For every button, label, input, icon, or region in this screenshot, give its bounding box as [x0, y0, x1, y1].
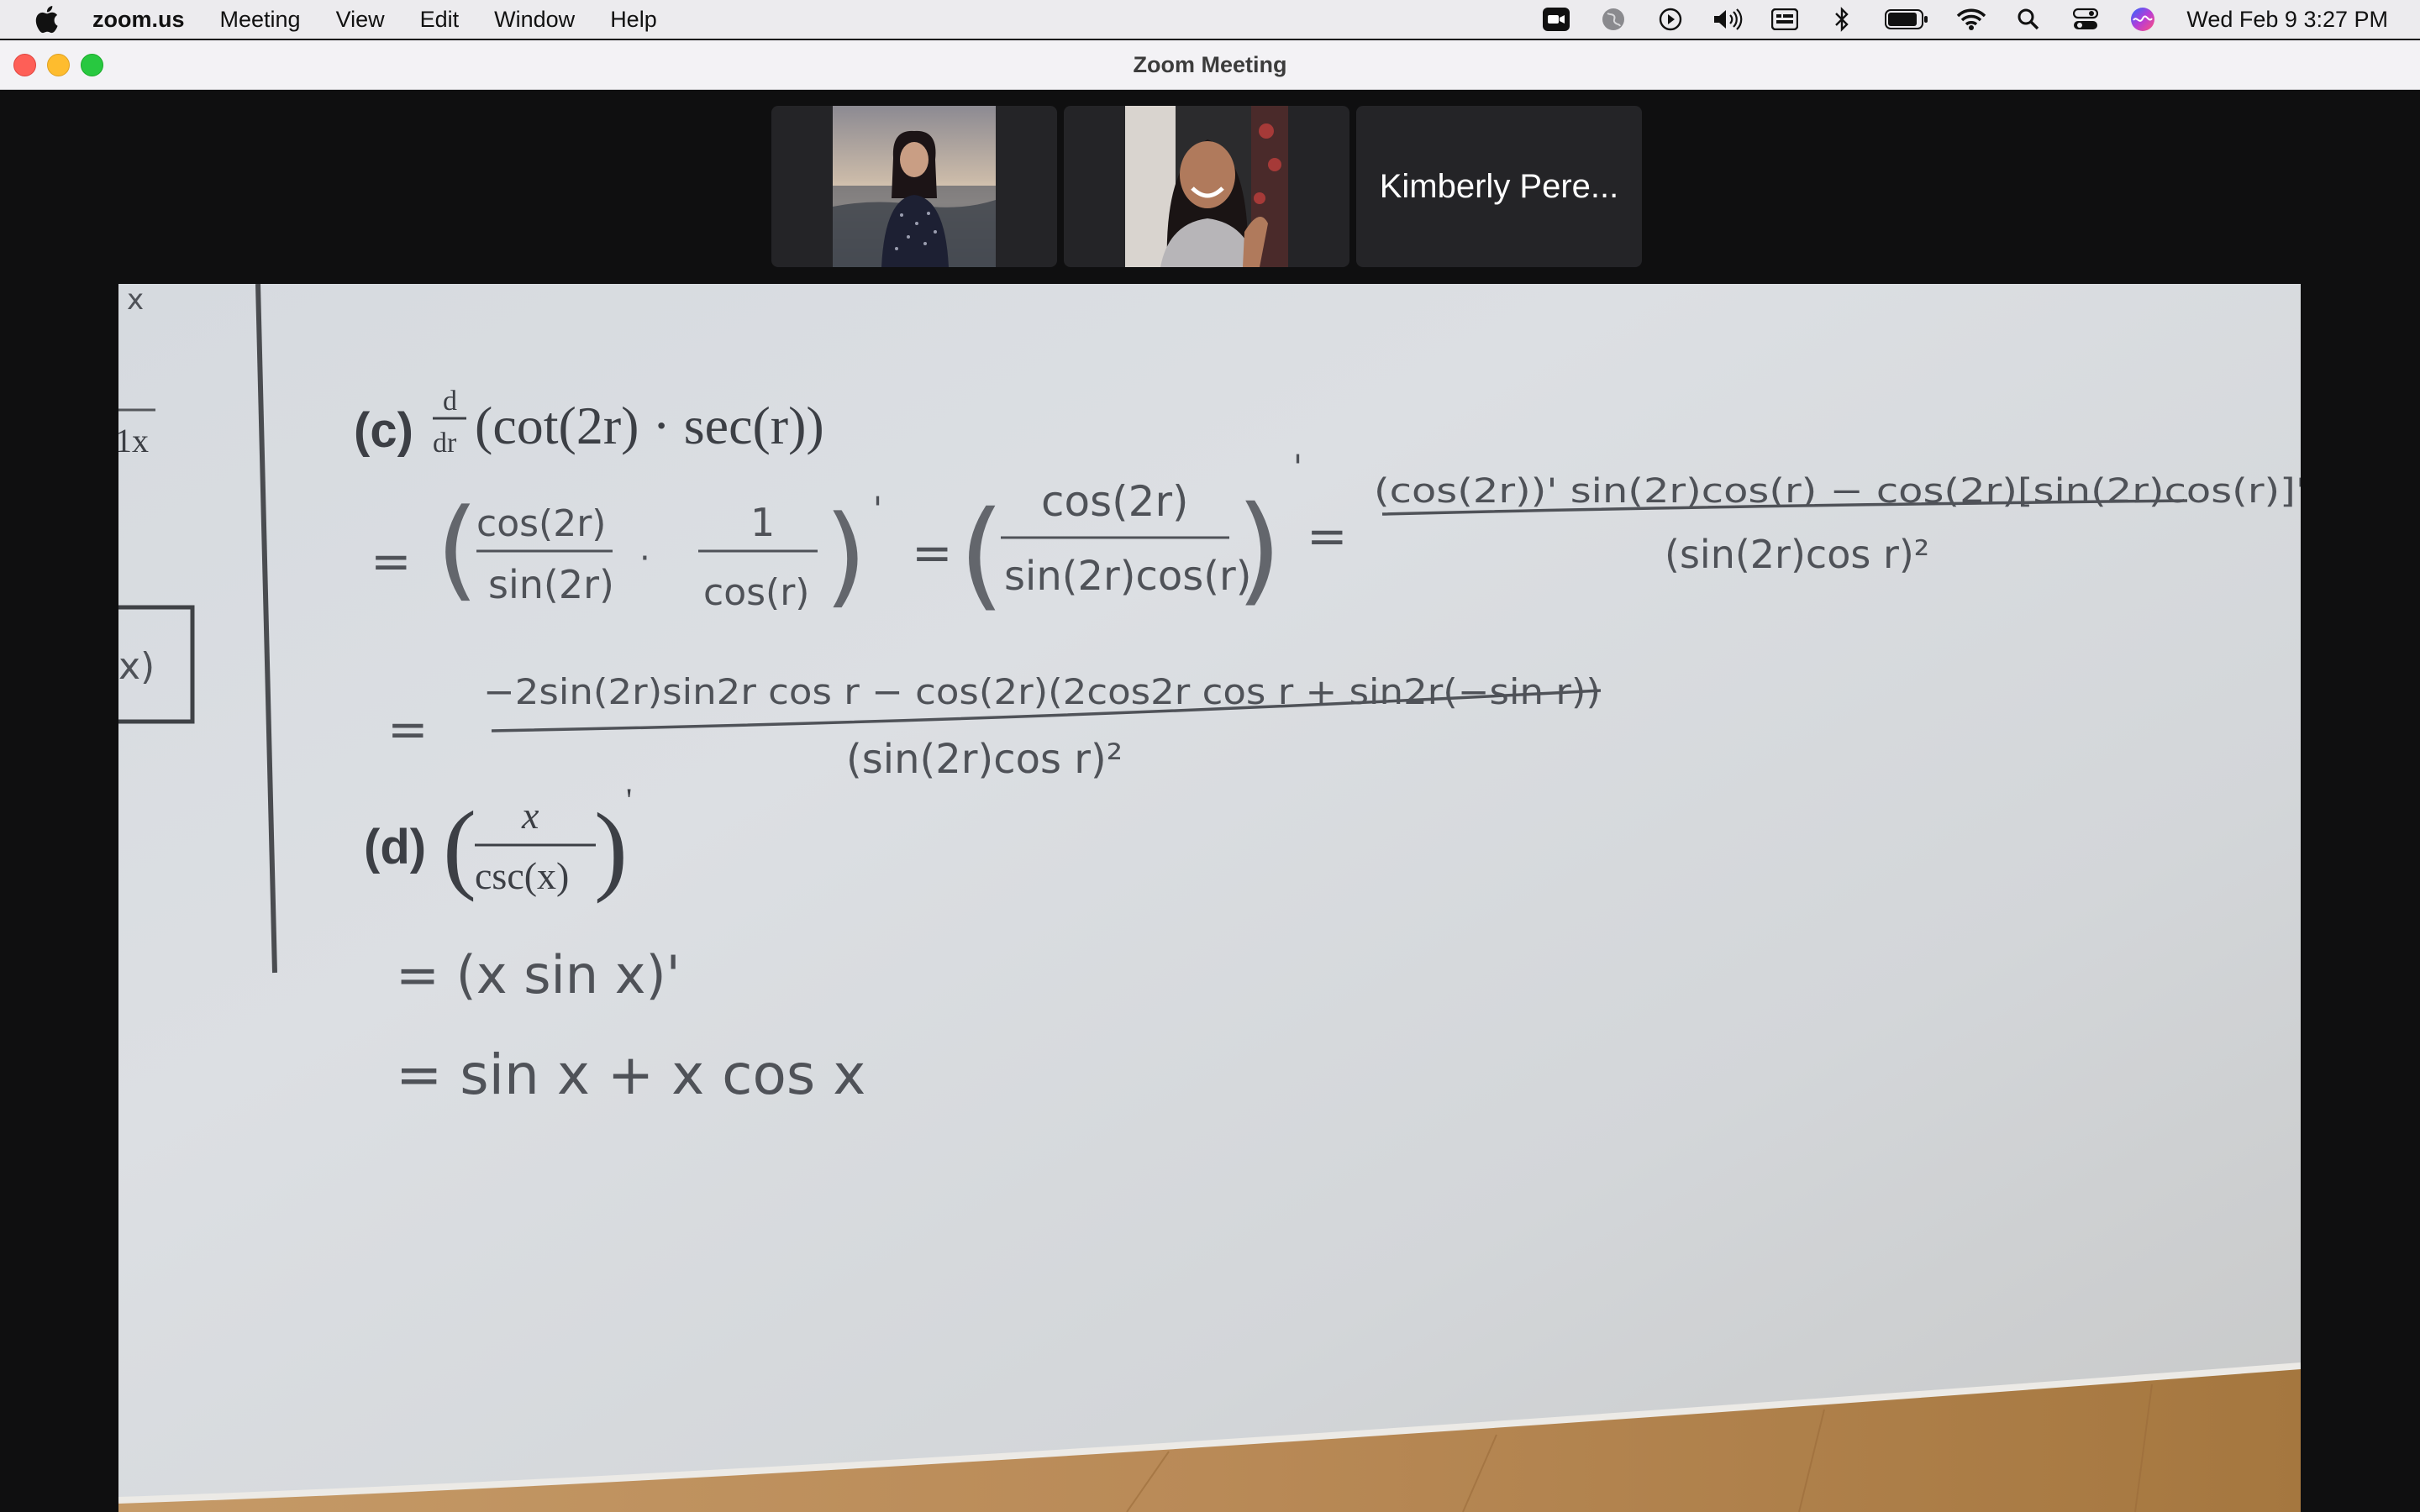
control-center-icon[interactable]	[2070, 6, 2101, 33]
menu-meeting[interactable]: Meeting	[220, 7, 301, 33]
menu-bar-clock[interactable]: Wed Feb 9 3:27 PM	[2186, 7, 2388, 33]
bluetooth-icon[interactable]	[1827, 6, 1857, 33]
menu-bar: zoom.us Meeting View Edit Window Help We…	[0, 0, 2420, 39]
globe-icon[interactable]	[1598, 6, 1628, 33]
play-icon[interactable]	[1655, 6, 1686, 33]
problem-d-label: (d)	[364, 820, 426, 874]
problem-c-label: (c)	[354, 403, 413, 458]
margin-fragment-3: x)	[118, 645, 155, 688]
participant-tile-3[interactable]: Kimberly Pere...	[1356, 106, 1642, 267]
menu-view[interactable]: View	[336, 7, 385, 33]
spotlight-search-icon[interactable]	[2013, 6, 2044, 33]
svg-text:': '	[626, 781, 632, 819]
svg-text:=: =	[371, 533, 412, 590]
svg-text:dr: dr	[433, 428, 457, 459]
svg-text:': '	[1293, 449, 1302, 487]
d-step-1: = (x sin x)'	[396, 944, 681, 1005]
wifi-icon[interactable]	[1956, 6, 1986, 33]
svg-text:': '	[873, 491, 882, 529]
problem-c-expression: (cot(2r) · sec(r))	[475, 396, 824, 455]
svg-text:): )	[1236, 481, 1282, 618]
svg-text:(: (	[443, 790, 476, 902]
apple-menu-icon[interactable]	[34, 5, 59, 34]
svg-text:=: =	[1307, 507, 1348, 564]
d-step-2: = sin x + x cos x	[396, 1042, 865, 1107]
svg-text:sin(2r): sin(2r)	[488, 562, 614, 607]
svg-text:(: (	[436, 485, 479, 612]
svg-text:=: =	[912, 524, 953, 581]
svg-text:(: (	[959, 486, 1005, 623]
menu-edit[interactable]: Edit	[420, 7, 460, 33]
margin-fragment-1: x	[127, 284, 144, 317]
svg-text:): )	[824, 491, 867, 619]
c-quotient-denominator: (sin(2r)cos r)²	[1665, 532, 1929, 577]
problem-d-numerator: x	[521, 794, 539, 837]
participant-tile-2[interactable]	[1064, 106, 1349, 267]
participant-video-2	[1125, 106, 1288, 267]
c-expanded-denominator: (sin(2r)cos r)²	[846, 736, 1123, 783]
volume-icon[interactable]	[1712, 6, 1743, 33]
svg-text:·: ·	[639, 539, 650, 578]
svg-text:cos(r): cos(r)	[703, 571, 809, 614]
zoom-video-icon[interactable]	[1541, 6, 1571, 33]
svg-text:sin(2r)cos(r): sin(2r)cos(r)	[1004, 553, 1251, 600]
window-title: Zoom Meeting	[1133, 52, 1287, 77]
svg-text:1: 1	[750, 500, 775, 545]
window-title-bar: Zoom Meeting	[0, 40, 2420, 90]
problem-d-denominator: csc(x)	[475, 854, 569, 897]
menu-app-name[interactable]: zoom.us	[92, 7, 185, 33]
battery-icon[interactable]	[1884, 6, 1929, 33]
shared-camera-feed: x 1x x) (c) d dr (cot(2r) · sec(r)) = ( …	[118, 284, 2301, 1512]
participant-tile-1[interactable]	[771, 106, 1057, 267]
svg-text:d: d	[443, 386, 457, 417]
participant-name: Kimberly Pere...	[1379, 168, 1619, 205]
menu-help[interactable]: Help	[610, 7, 657, 33]
participant-video-1	[833, 106, 996, 267]
input-menu-icon[interactable]	[1770, 6, 1800, 33]
svg-text:=: =	[387, 701, 429, 758]
svg-text:cos(2r): cos(2r)	[476, 502, 606, 545]
siri-icon[interactable]	[2128, 6, 2158, 33]
status-area: Wed Feb 9 3:27 PM	[1514, 0, 2388, 39]
c-expanded-numerator: −2sin(2r)sin2r cos r − cos(2r)(2cos2r co…	[483, 671, 1601, 712]
menu-window[interactable]: Window	[494, 7, 575, 33]
svg-text:): )	[594, 792, 628, 904]
margin-fragment-2: 1x	[118, 422, 149, 459]
svg-text:cos(2r): cos(2r)	[1041, 477, 1189, 526]
paper-image: x 1x x) (c) d dr (cot(2r) · sec(r)) = ( …	[118, 284, 2301, 1512]
